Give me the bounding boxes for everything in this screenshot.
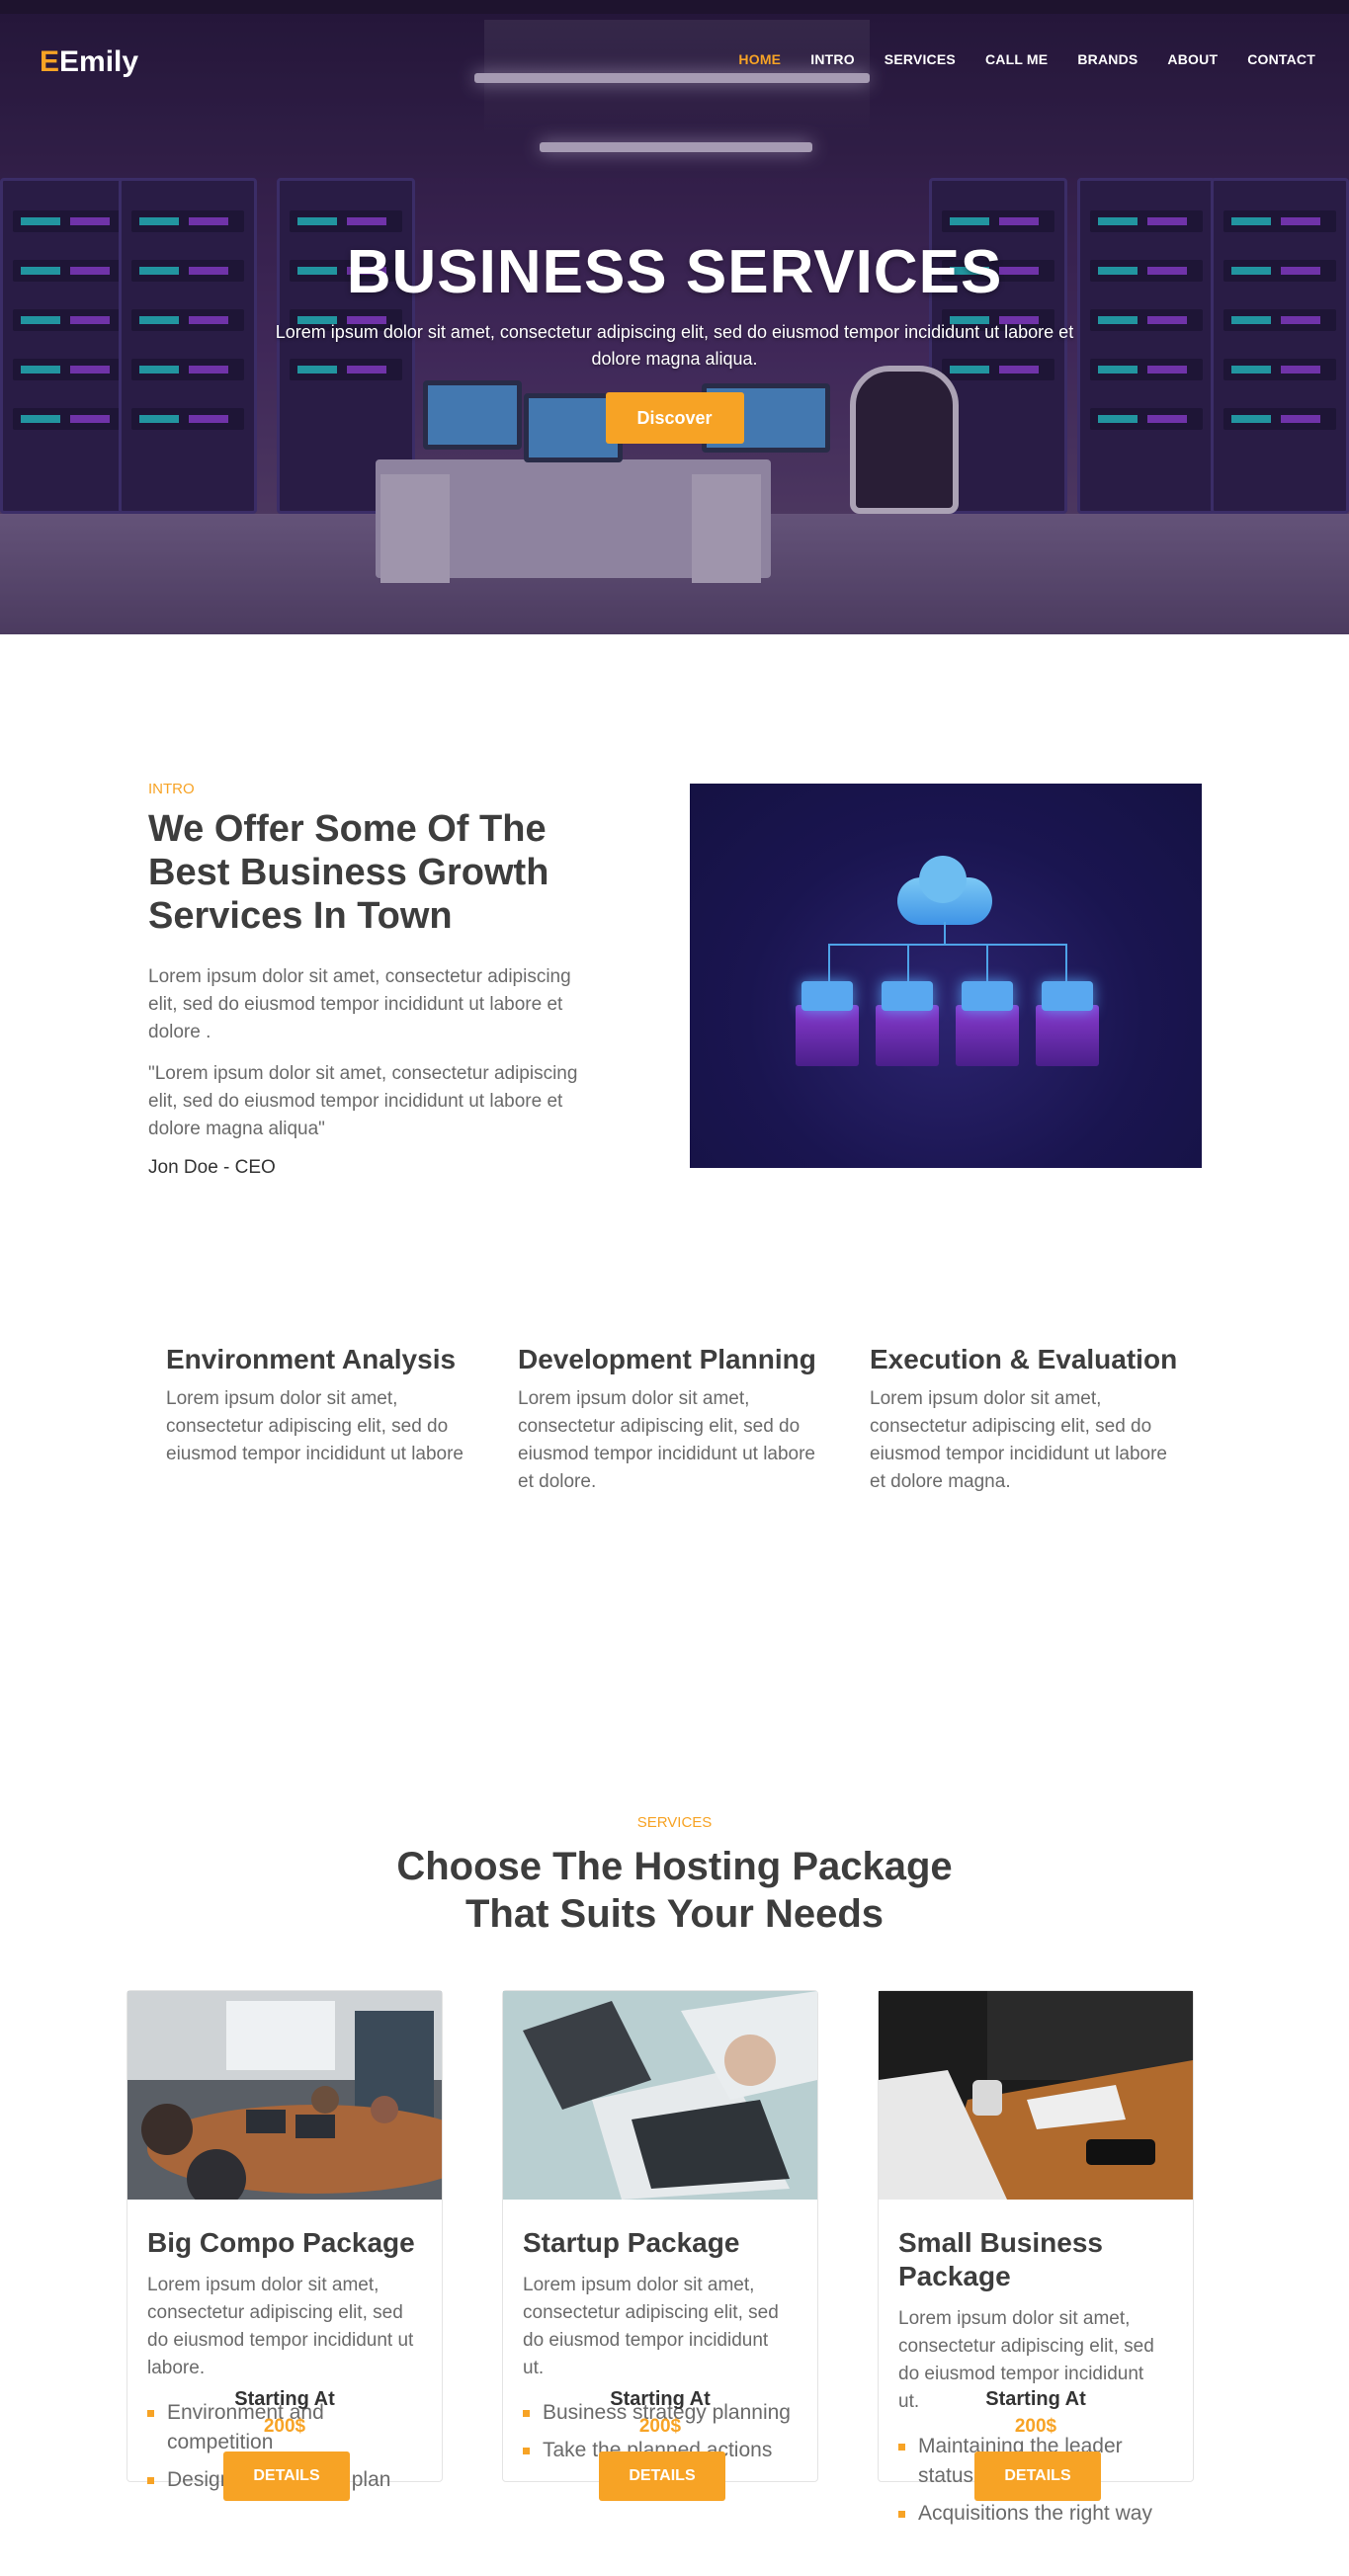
starting-at-label: Starting At xyxy=(985,2388,1086,2410)
main-nav: HOME INTRO SERVICES CALL ME BRANDS ABOUT… xyxy=(738,51,1315,67)
package-card: Startup Package Lorem ipsum dolor sit am… xyxy=(502,1990,818,2501)
card-description: Lorem ipsum dolor sit amet, consectetur … xyxy=(147,2275,414,2378)
price-label: 200$ xyxy=(263,2416,306,2437)
details-button[interactable]: DETAILS xyxy=(599,2451,725,2501)
intro-quote: "Lorem ipsum dolor sit amet, consectetur… xyxy=(148,1063,578,1139)
card-title: Big Compo Package xyxy=(147,2227,415,2258)
services-eyebrow: SERVICES xyxy=(636,1814,713,1831)
price-label: 200$ xyxy=(1014,2416,1057,2437)
intro-paragraph: Lorem ipsum dolor sit amet, consectetur … xyxy=(148,966,571,1042)
starting-at-label: Starting At xyxy=(234,2388,335,2410)
card-title: Startup Package xyxy=(523,2227,740,2258)
logo-letter: E xyxy=(40,45,60,78)
cloud-icon xyxy=(897,856,992,925)
server-cube-icon xyxy=(956,981,1019,1070)
package-card: Big Compo Package Lorem ipsum dolor sit … xyxy=(126,1990,443,2501)
package-card: Small Business Package Lorem ipsum dolor… xyxy=(878,1990,1194,2525)
services-title-line2: That Suits Your Needs xyxy=(464,1892,885,1936)
site-logo[interactable]: EEmily xyxy=(40,45,138,79)
services-header: SERVICES Choose The Hosting Package That… xyxy=(0,1814,1349,1938)
site-header: EEmily HOME INTRO SERVICES CALL ME BRAND… xyxy=(0,26,1349,95)
meeting-photo xyxy=(127,1991,442,2200)
feature-text: Lorem ipsum dolor sit amet, consectetur … xyxy=(870,1388,1168,1492)
card-title: Small Business Package xyxy=(898,2227,1103,2291)
feature-title: Execution & Evaluation xyxy=(870,1344,1178,1374)
details-button[interactable]: DETAILS xyxy=(974,2451,1101,2501)
hero-content: BUSINESS SERVICES Lorem ipsum dolor sit … xyxy=(0,237,1349,444)
nav-services[interactable]: SERVICES xyxy=(885,51,956,67)
server-cube-icon xyxy=(796,981,859,1070)
laptop-planning-photo xyxy=(503,1991,817,2200)
intro-title: We Offer Some Of The Best Business Growt… xyxy=(148,808,549,937)
card-description: Lorem ipsum dolor sit amet, consectetur … xyxy=(523,2275,779,2378)
logo-text: Emily xyxy=(59,45,139,78)
package-cards: Big Compo Package Lorem ipsum dolor sit … xyxy=(126,1990,1194,2573)
feature-item: Development Planning Lorem ipsum dolor s… xyxy=(518,1344,820,1496)
cloud-server-illustration xyxy=(690,784,1202,1168)
feature-item: Environment Analysis Lorem ipsum dolor s… xyxy=(166,1344,468,1496)
hero-text: Lorem ipsum dolor sit amet, consectetur … xyxy=(275,322,1074,369)
nav-contact[interactable]: CONTACT xyxy=(1247,51,1315,67)
price-label: 200$ xyxy=(638,2416,682,2437)
desk-laptop-photo xyxy=(879,1991,1193,2200)
nav-brands[interactable]: BRANDS xyxy=(1077,51,1138,67)
nav-intro[interactable]: INTRO xyxy=(810,51,855,67)
server-cube-icon xyxy=(1036,981,1099,1070)
services-title: Choose The Hosting Package That Suits Yo… xyxy=(0,1843,1349,1938)
feature-text: Lorem ipsum dolor sit amet, consectetur … xyxy=(166,1388,464,1464)
list-item: Acquisitions the right way xyxy=(898,2499,1175,2529)
nav-call-me[interactable]: CALL ME xyxy=(985,51,1048,67)
starting-at-label: Starting At xyxy=(610,2388,711,2410)
features-section: Environment Analysis Lorem ipsum dolor s… xyxy=(166,1344,1204,1496)
hero-title: BUSINESS SERVICES xyxy=(346,238,1003,306)
details-button[interactable]: DETAILS xyxy=(223,2451,350,2501)
intro-section: INTRO We Offer Some Of The Best Business… xyxy=(148,781,1202,1179)
nav-home[interactable]: HOME xyxy=(738,51,781,67)
services-title-line1: Choose The Hosting Package xyxy=(396,1845,953,1888)
server-cube-icon xyxy=(876,981,939,1070)
discover-button[interactable]: Discover xyxy=(605,392,744,444)
feature-item: Execution & Evaluation Lorem ipsum dolor… xyxy=(870,1344,1178,1496)
nav-about[interactable]: ABOUT xyxy=(1167,51,1218,67)
feature-text: Lorem ipsum dolor sit amet, consectetur … xyxy=(518,1388,816,1492)
feature-title: Development Planning xyxy=(518,1344,816,1374)
hero-section: EEmily HOME INTRO SERVICES CALL ME BRAND… xyxy=(0,0,1349,634)
feature-title: Environment Analysis xyxy=(166,1344,457,1374)
